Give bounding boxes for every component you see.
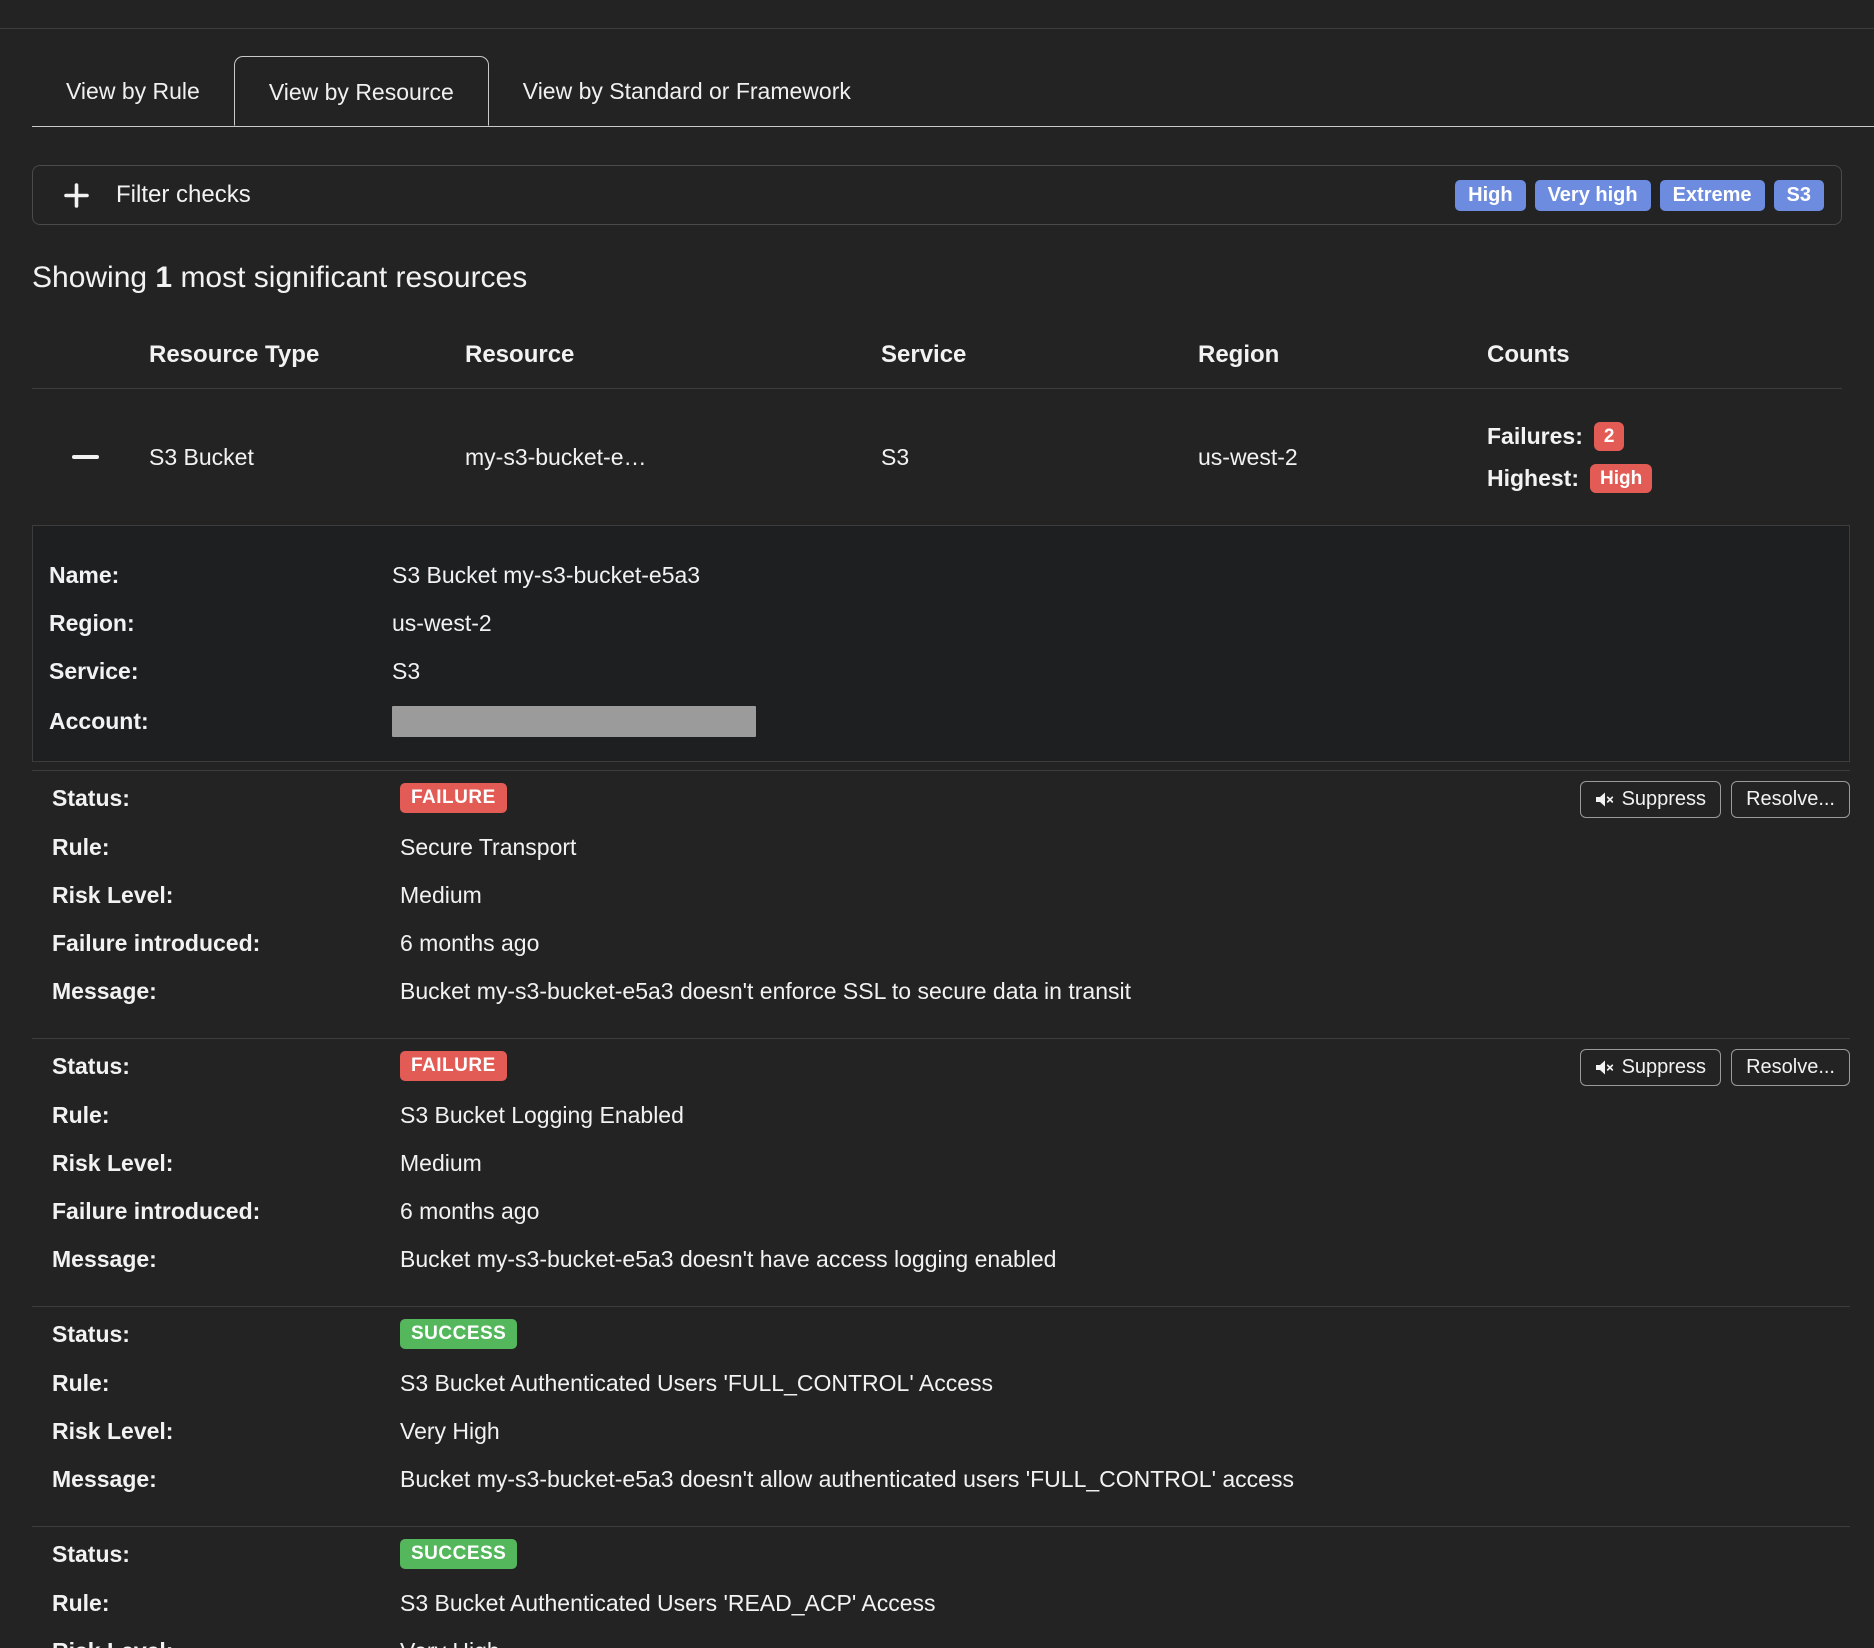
suppress-button[interactable]: Suppress <box>1580 1049 1722 1086</box>
checks-list: Status: FAILURE Rule: Secure Transport R… <box>32 770 1850 1648</box>
message-label: Message: <box>52 1466 400 1493</box>
risk-level-value: Very High <box>400 1418 1850 1445</box>
plus-icon <box>63 182 90 209</box>
status-badge: FAILURE <box>400 1051 507 1081</box>
filter-badges: High Very high Extreme S3 <box>1455 180 1824 211</box>
status-label: Status: <box>52 1053 400 1080</box>
service-label: Service: <box>49 658 392 685</box>
check-secure-transport: Status: FAILURE Rule: Secure Transport R… <box>32 770 1850 1038</box>
failures-count-badge: 2 <box>1594 422 1625 451</box>
risk-level-label: Risk Level: <box>52 1638 400 1648</box>
mute-icon <box>1595 791 1614 808</box>
results-summary: Showing 1 most significant resources <box>32 261 1842 295</box>
message-value: Bucket my-s3-bucket-e5a3 doesn't allow a… <box>400 1466 1850 1493</box>
service-value: S3 <box>392 658 1849 685</box>
suppress-button-label: Suppress <box>1622 788 1707 811</box>
filter-badge-very-high[interactable]: Very high <box>1535 180 1651 211</box>
status-label: Status: <box>52 1321 400 1348</box>
summary-count: 1 <box>155 261 172 294</box>
message-label: Message: <box>52 1246 400 1273</box>
check-actions: Suppress Resolve... <box>1580 781 1850 818</box>
region-value: us-west-2 <box>392 610 1849 637</box>
table-row[interactable]: S3 Bucket my-s3-bucket-e… S3 us-west-2 F… <box>32 389 1842 525</box>
account-label: Account: <box>49 708 392 735</box>
region-label: Region: <box>49 610 392 637</box>
rule-label: Rule: <box>52 1370 400 1397</box>
filter-badge-s3[interactable]: S3 <box>1774 180 1824 211</box>
check-logging-enabled: Status: FAILURE Rule: S3 Bucket Logging … <box>32 1038 1850 1306</box>
header-resource-type: Resource Type <box>149 341 465 369</box>
failures-label: Failures: <box>1487 423 1583 450</box>
header-region: Region <box>1198 341 1487 369</box>
suppress-button[interactable]: Suppress <box>1580 781 1722 818</box>
top-divider <box>0 28 1874 29</box>
rule-label: Rule: <box>52 1102 400 1129</box>
cell-region: us-west-2 <box>1198 444 1487 471</box>
cell-counts: Failures: 2 Highest: High <box>1487 422 1842 493</box>
tab-view-by-resource[interactable]: View by Resource <box>234 56 489 126</box>
message-label: Message: <box>52 978 400 1005</box>
message-value: Bucket my-s3-bucket-e5a3 doesn't enforce… <box>400 978 1850 1005</box>
cell-resource-type: S3 Bucket <box>149 444 465 471</box>
check-actions: Suppress Resolve... <box>1580 1049 1850 1086</box>
rule-label: Rule: <box>52 834 400 861</box>
resource-detail-panel: Name: S3 Bucket my-s3-bucket-e5a3 Region… <box>32 525 1850 762</box>
account-value-redacted <box>392 706 756 737</box>
tab-view-by-rule[interactable]: View by Rule <box>32 56 234 126</box>
cell-service: S3 <box>881 444 1198 471</box>
failure-introduced-value: 6 months ago <box>400 1198 1850 1225</box>
failure-introduced-label: Failure introduced: <box>52 930 400 957</box>
resolve-button[interactable]: Resolve... <box>1731 1049 1850 1086</box>
status-badge: FAILURE <box>400 783 507 813</box>
header-resource: Resource <box>465 341 881 369</box>
highest-label: Highest: <box>1487 465 1579 492</box>
header-service: Service <box>881 341 1198 369</box>
resolve-button-label: Resolve... <box>1746 788 1835 811</box>
risk-level-value: Medium <box>400 882 1850 909</box>
message-value: Bucket my-s3-bucket-e5a3 doesn't have ac… <box>400 1246 1850 1273</box>
check-read-acp-access: Status: SUCCESS Rule: S3 Bucket Authenti… <box>32 1526 1850 1648</box>
risk-level-value: Medium <box>400 1150 1850 1177</box>
header-counts: Counts <box>1487 341 1842 369</box>
summary-suffix: most significant resources <box>172 261 527 294</box>
rule-value: S3 Bucket Logging Enabled <box>400 1102 1850 1129</box>
failure-introduced-value: 6 months ago <box>400 930 1850 957</box>
filter-checks-label: Filter checks <box>116 181 251 209</box>
status-badge: SUCCESS <box>400 1539 517 1569</box>
view-tabs: View by Rule View by Resource View by St… <box>32 56 1874 127</box>
filter-badge-extreme[interactable]: Extreme <box>1660 180 1765 211</box>
rule-value: S3 Bucket Authenticated Users 'FULL_CONT… <box>400 1370 1850 1397</box>
table-header-row: Resource Type Resource Service Region Co… <box>32 321 1842 389</box>
risk-level-label: Risk Level: <box>52 1150 400 1177</box>
rule-value: Secure Transport <box>400 834 1850 861</box>
highest-risk-badge: High <box>1590 464 1652 493</box>
failure-introduced-label: Failure introduced: <box>52 1198 400 1225</box>
risk-level-label: Risk Level: <box>52 882 400 909</box>
status-badge: SUCCESS <box>400 1319 517 1349</box>
check-full-control-access: Status: SUCCESS Rule: S3 Bucket Authenti… <box>32 1306 1850 1526</box>
resolve-button[interactable]: Resolve... <box>1731 781 1850 818</box>
resources-table: Resource Type Resource Service Region Co… <box>32 321 1842 525</box>
filter-checks-bar[interactable]: Filter checks High Very high Extreme S3 <box>32 165 1842 225</box>
risk-level-label: Risk Level: <box>52 1418 400 1445</box>
rule-value: S3 Bucket Authenticated Users 'READ_ACP'… <box>400 1590 1850 1617</box>
filter-badge-high[interactable]: High <box>1455 180 1525 211</box>
name-label: Name: <box>49 562 392 589</box>
mute-icon <box>1595 1059 1614 1076</box>
summary-prefix: Showing <box>32 261 155 294</box>
cell-resource: my-s3-bucket-e… <box>465 444 881 471</box>
status-label: Status: <box>52 1541 400 1568</box>
resolve-button-label: Resolve... <box>1746 1056 1835 1079</box>
rule-label: Rule: <box>52 1590 400 1617</box>
collapse-row-icon[interactable] <box>72 455 99 459</box>
suppress-button-label: Suppress <box>1622 1056 1707 1079</box>
risk-level-value: Very High <box>400 1638 1850 1648</box>
status-label: Status: <box>52 785 400 812</box>
tab-view-by-standard[interactable]: View by Standard or Framework <box>489 56 885 126</box>
name-value: S3 Bucket my-s3-bucket-e5a3 <box>392 562 1849 589</box>
